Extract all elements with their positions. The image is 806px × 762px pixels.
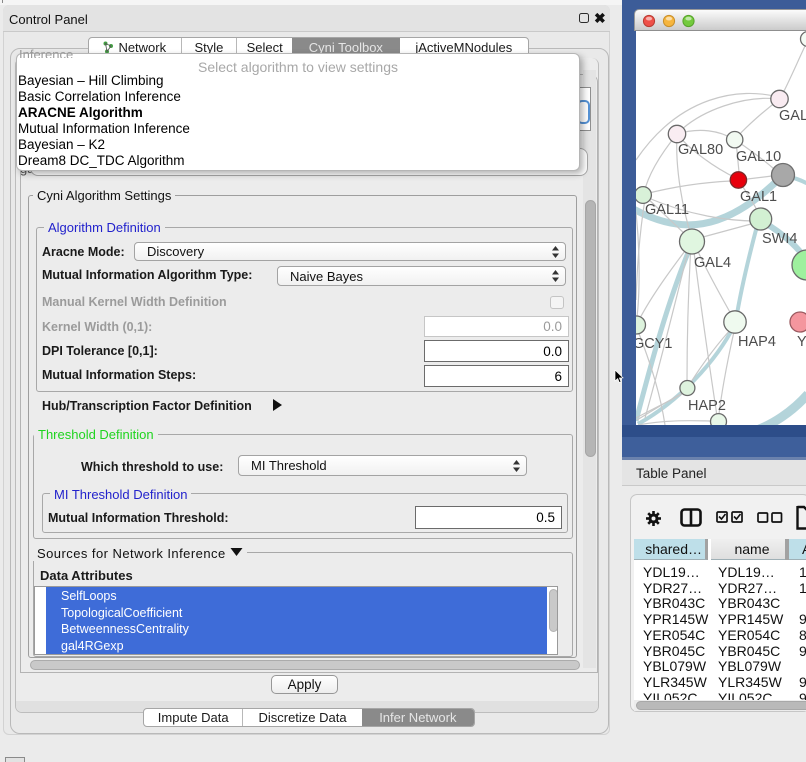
svg-text:GAL2: GAL2 [779, 108, 806, 124]
svg-text:GCY1: GCY1 [636, 336, 673, 352]
svg-text:GAL10: GAL10 [736, 149, 781, 165]
svg-text:SWI4: SWI4 [762, 231, 797, 247]
svg-text:GAL80: GAL80 [678, 142, 723, 158]
svg-text:HAP4: HAP4 [738, 334, 776, 350]
svg-text:HAP2: HAP2 [688, 398, 726, 414]
svg-text:GAL4: GAL4 [694, 255, 731, 271]
svg-text:Y: Y [797, 334, 806, 350]
svg-text:GAL1: GAL1 [740, 189, 777, 205]
svg-text:GAL11: GAL11 [645, 202, 689, 218]
